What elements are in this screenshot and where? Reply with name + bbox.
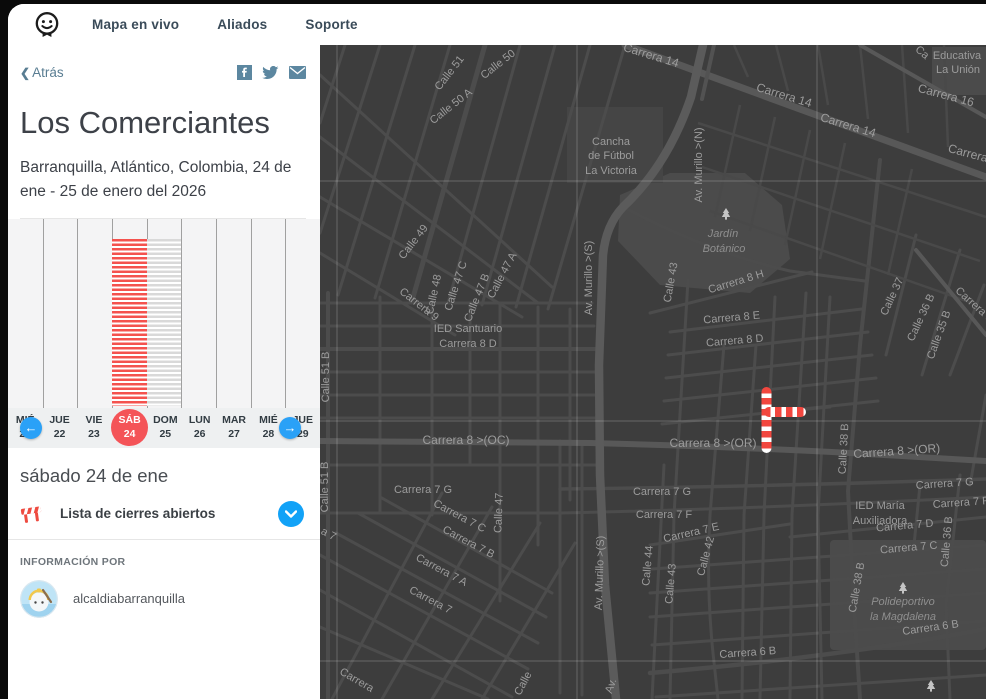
map-street-label: IED Santuario [434,323,502,335]
map-street-label: Botánico [703,243,746,255]
map-street-label: Jardín [707,228,739,240]
chart-day-column [181,219,217,408]
road-closure-icon [20,504,44,524]
publisher-avatar [20,580,58,618]
map-street-label: Cancha [592,136,631,148]
email-icon[interactable] [289,66,306,79]
map-street-label: Carrera 8 >(OR) [669,436,756,450]
map-street-label: Carrera 7 F [636,509,693,521]
expand-closures-button[interactable] [278,501,304,527]
map-street-label: la Magdalena [870,611,936,623]
map-street-label: IED María [855,500,905,512]
page-title: Los Comerciantes [20,102,306,144]
map-street-label: Carrera 8 D [439,338,497,350]
day-cell-jue-22[interactable]: JUE22 [42,408,76,448]
map-street-label: Av. Murillo >(S) [583,241,595,315]
closures-list-label: Lista de cierres abiertos [60,506,278,521]
day-cell-lun-26[interactable]: LUN26 [183,408,217,448]
chart-day-column [216,219,252,408]
closure-hours-bar-red [112,239,147,406]
twitter-icon[interactable] [262,66,279,80]
day-cell-sáb-24[interactable]: SÁB24 [111,408,148,448]
back-label: Atrás [32,65,64,80]
chart-day-column [43,219,79,408]
map-street-label: Calle 51 B [320,462,331,513]
map-street-label: Educativa [933,50,982,62]
facebook-icon[interactable] [237,65,252,80]
app-window: Mapa en vivo Aliados Soporte ❮ Atrás [8,4,986,699]
chevron-down-icon [285,510,297,518]
chart-day-column [251,219,287,408]
nav-link-live-map[interactable]: Mapa en vivo [92,17,179,32]
information-by-heading: INFORMACIÓN POR [20,556,308,568]
map-street-label: Carrera 8 >(OC) [422,433,509,447]
chart-day-column [77,219,113,408]
map-street-label: Calle 51 B [320,352,332,403]
map-street-label: Carrera 7 G [633,486,691,498]
day-selector-row: ← MIÉ21JUE22VIE23SÁB24DOM25LUN26MAR27MIÉ… [8,408,320,448]
chevron-left-icon: ❮ [20,66,30,80]
map-street-label: Auxiliadora [853,515,908,527]
back-link[interactable]: ❮ Atrás [20,65,64,80]
publisher-row[interactable]: alcaldiabarranquilla [20,580,308,618]
day-cell-vie-23[interactable]: VIE23 [77,408,111,448]
map-street-label: La Victoria [585,165,638,177]
live-map[interactable]: Calle 51Calle 50 ACalle 50Carrera 14Carr… [320,45,986,699]
nav-link-support[interactable]: Soporte [305,17,357,32]
calendar-chart-strip [8,219,320,408]
closures-list-row[interactable]: Lista de cierres abiertos [8,491,320,539]
selected-day-heading: sábado 24 de ene [8,448,320,491]
nav-link-partners[interactable]: Aliados [217,17,267,32]
prev-day-button[interactable]: ← [20,417,42,439]
waze-logo-icon[interactable] [32,10,62,40]
chart-day-column [8,219,44,408]
map-street-label: Polideportivo [871,596,935,608]
publisher-name: alcaldiabarranquilla [73,591,185,606]
event-sidebar: ❮ Atrás [8,45,320,699]
day-cell-mar-27[interactable]: MAR27 [217,408,251,448]
event-subtitle: Barranquilla, Atlántico, Colombia, 24 de… [20,156,306,204]
map-street-label: La Unión [936,64,980,76]
top-navbar: Mapa en vivo Aliados Soporte [8,4,986,45]
map-street-label: Carrera 7 G [394,484,452,496]
chart-day-column [285,219,320,408]
map-street-label: de Fútbol [588,150,634,162]
map-street-label: Calle 47 [492,493,505,534]
closure-hours-bar-gray [147,239,182,406]
next-day-button[interactable]: → [279,417,301,439]
map-street-label: Av. Murillo >(N) [693,127,705,202]
day-cell-dom-25[interactable]: DOM25 [148,408,182,448]
